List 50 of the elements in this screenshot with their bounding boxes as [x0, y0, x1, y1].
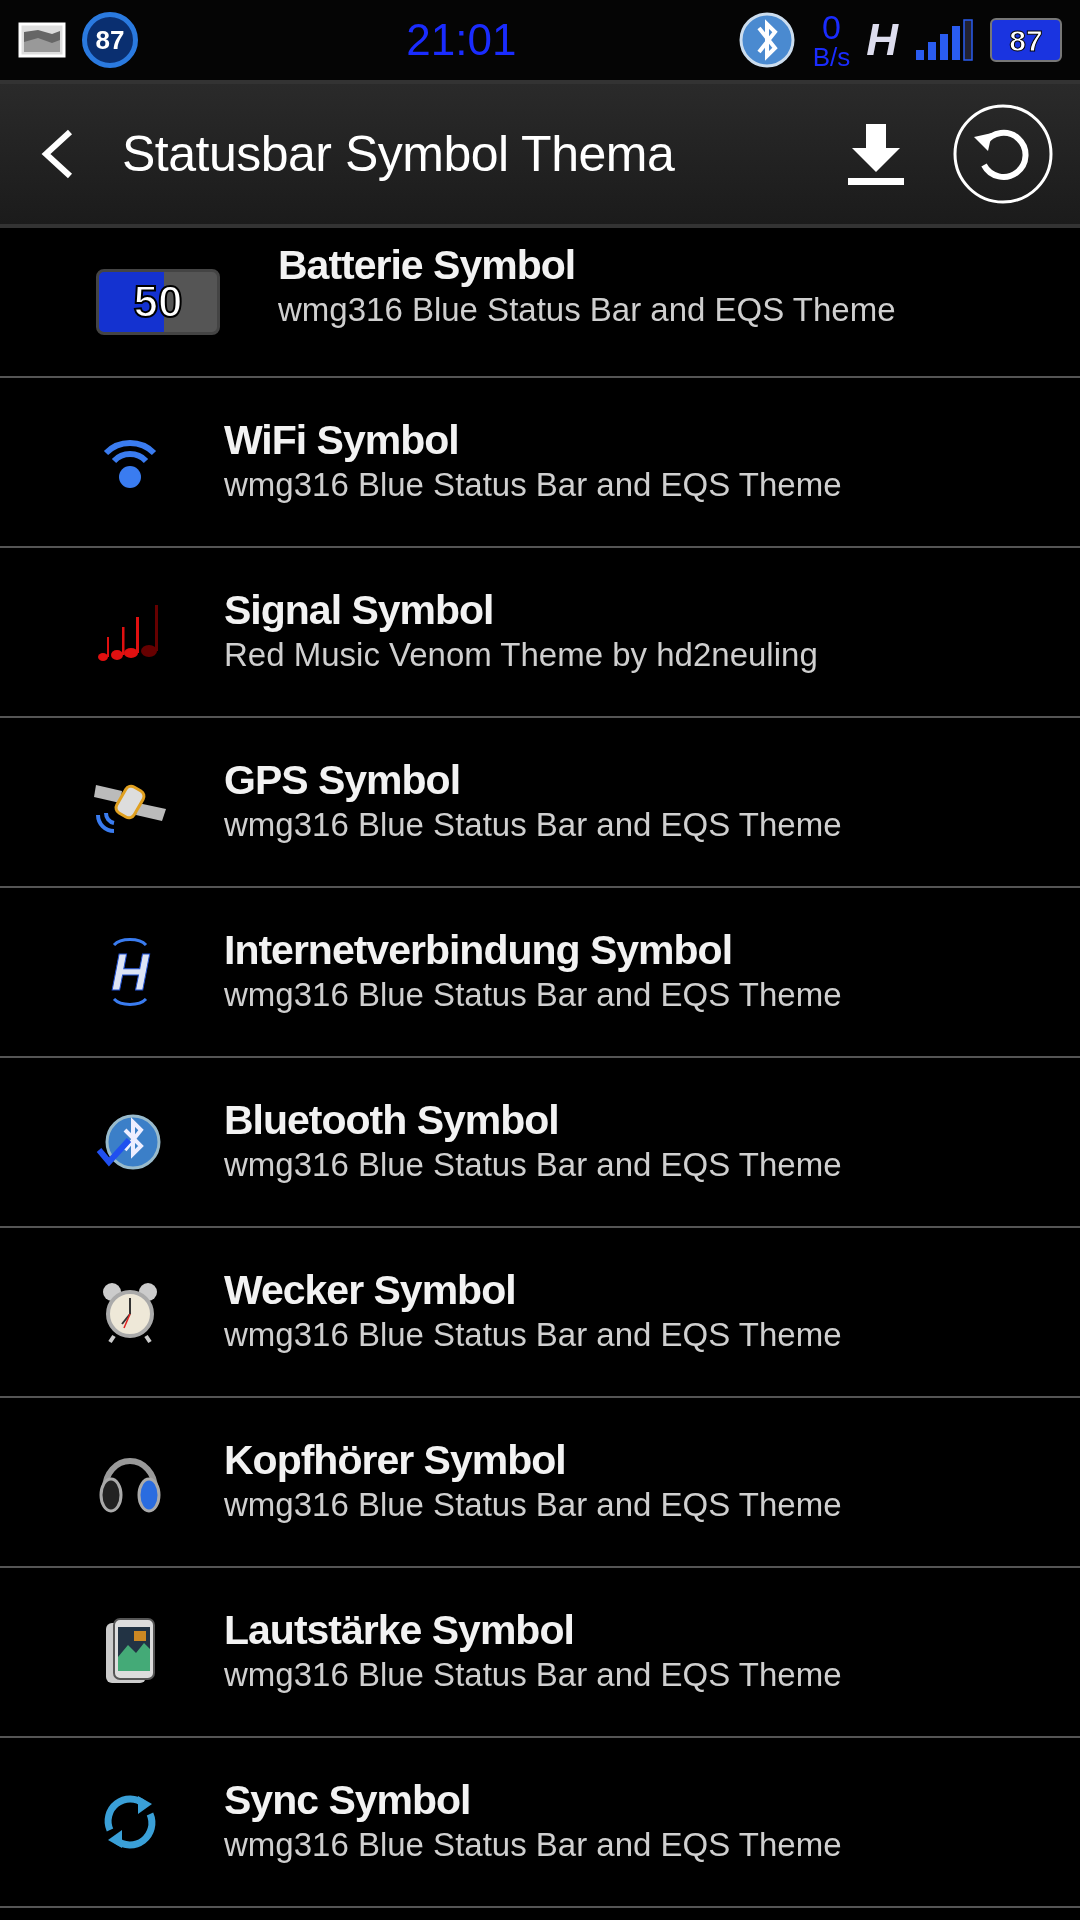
- item-subtitle: Red Music Venom Theme by hd2neuling: [224, 635, 818, 676]
- list-item[interactable]: Lautstärke Symbol wmg316 Blue Status Bar and EQS Theme: [0, 1568, 1080, 1738]
- item-title: Lautstärke Symbol: [224, 1607, 575, 1655]
- item-title: Wecker Symbol: [224, 1267, 517, 1315]
- item-subtitle: wmg316 Blue Status Bar and EQS Theme: [224, 1315, 842, 1356]
- list-item[interactable]: Wecker Symbol wmg316 Blue Status Bar and EQS Theme: [0, 1228, 1080, 1398]
- alarm-clock-icon: [100, 1280, 160, 1344]
- clock: 21:01: [406, 14, 517, 66]
- back-button[interactable]: [40, 128, 74, 180]
- network-type: H: [866, 18, 898, 62]
- screen-title: Statusbar Symbol Thema: [122, 124, 676, 184]
- signal-waves-icon: [110, 998, 150, 1008]
- item-title: GPS Symbol: [224, 757, 462, 805]
- list-item[interactable]: H Internetverbindung Symbol wmg316 Blue Status Bar and EQS Theme: [0, 888, 1080, 1058]
- list-item[interactable]: GPS Symbol wmg316 Blue Status Bar and EQS Theme: [0, 718, 1080, 888]
- signal-waves-icon: [110, 936, 150, 946]
- item-title: Sync Symbol: [224, 1777, 472, 1825]
- list-item[interactable]: 50 Batterie Symbol wmg316 Blue Status Bar and EQS Theme: [0, 228, 1080, 378]
- list-item[interactable]: Bluetooth Symbol wmg316 Blue Status Bar and EQS Theme: [0, 1058, 1080, 1228]
- battery-indicator: 87: [990, 18, 1062, 62]
- item-title: WiFi Symbol: [224, 417, 460, 465]
- signal-icon: [914, 18, 974, 62]
- back-icon: [40, 128, 74, 180]
- list-item[interactable]: Kopfhörer Symbol wmg316 Blue Status Bar and EQS Theme: [0, 1398, 1080, 1568]
- list-item[interactable]: Signal Symbol Red Music Venom Theme by hd2neuling: [0, 548, 1080, 718]
- list-item[interactable]: WiFi Symbol wmg316 Blue Status Bar and EQS Theme: [0, 378, 1080, 548]
- item-title: Batterie Symbol: [278, 242, 577, 290]
- battery-indicator: 87: [82, 12, 138, 68]
- item-title: Internetverbindung Symbol: [224, 927, 734, 975]
- item-title: Bluetooth Symbol: [224, 1097, 560, 1145]
- item-subtitle: wmg316 Blue Status Bar and EQS Theme: [224, 1145, 842, 1186]
- speed-value: 0: [820, 10, 842, 44]
- item-subtitle: wmg316 Blue Status Bar and EQS Theme: [224, 975, 842, 1016]
- item-subtitle: wmg316 Blue Status Bar and EQS Theme: [278, 290, 896, 331]
- download-button[interactable]: [848, 122, 904, 186]
- battery-icon: 50: [96, 269, 220, 335]
- network-type-icon: H: [111, 946, 149, 998]
- item-title: Kopfhörer Symbol: [224, 1437, 567, 1485]
- item-title: Signal Symbol: [224, 587, 495, 635]
- speed-unit: B/s: [812, 44, 851, 70]
- picture-icon: [18, 22, 66, 58]
- item-subtitle: wmg316 Blue Status Bar and EQS Theme: [224, 805, 842, 846]
- item-subtitle: wmg316 Blue Status Bar and EQS Theme: [224, 1485, 842, 1526]
- refresh-button[interactable]: [952, 103, 1054, 205]
- download-icon: [848, 122, 904, 186]
- item-subtitle: wmg316 Blue Status Bar and EQS Theme: [224, 1655, 842, 1696]
- refresh-icon: [952, 103, 1054, 205]
- item-subtitle: wmg316 Blue Status Bar and EQS Theme: [224, 465, 842, 506]
- item-subtitle: wmg316 Blue Status Bar and EQS Theme: [224, 1825, 842, 1866]
- list-item[interactable]: Sync Symbol wmg316 Blue Status Bar and EQS Theme: [0, 1738, 1080, 1908]
